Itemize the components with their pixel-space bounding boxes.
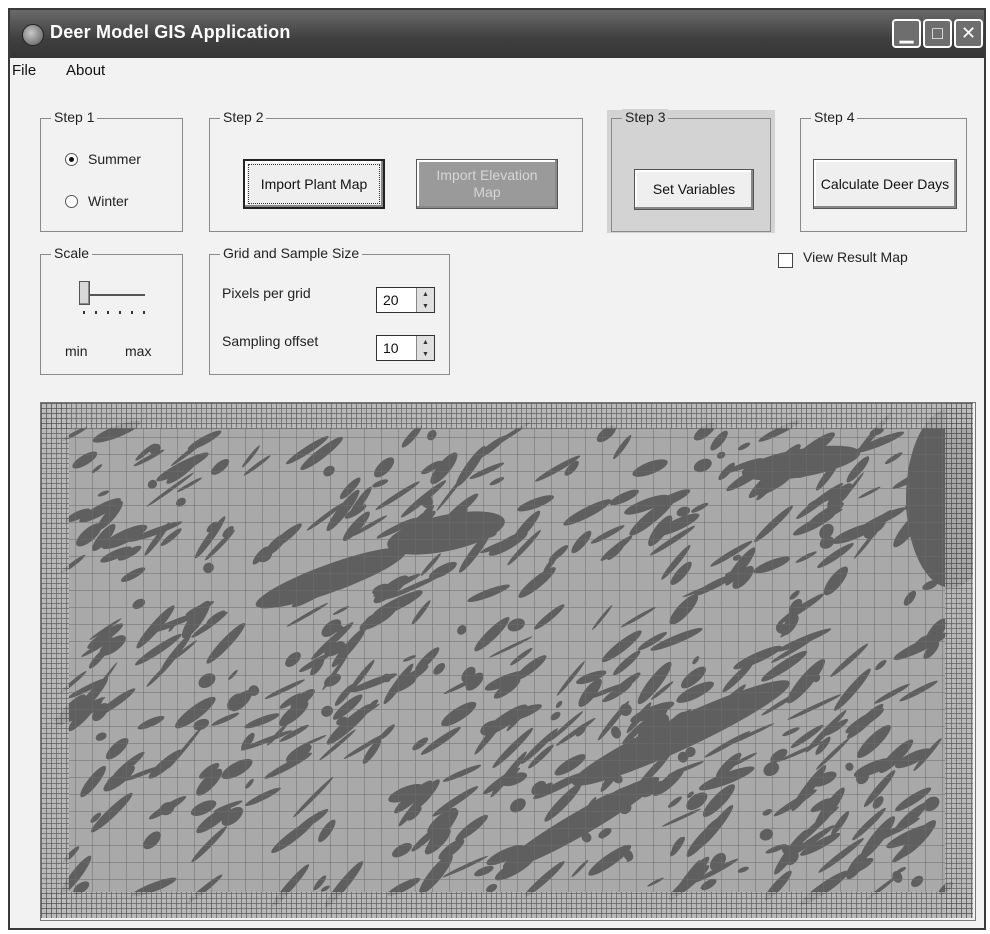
title-bar[interactable]: Deer Model GIS Application ▁ □ ✕ [10,10,984,58]
minimize-button[interactable]: ▁ [892,19,921,48]
window-title: Deer Model GIS Application [50,22,291,42]
map-border-bottom [41,892,973,918]
step3-label: Step 3 [622,109,669,125]
scale-min-label: min [65,343,88,359]
step2-label: Step 2 [220,109,267,125]
pixels-per-grid-arrows[interactable]: ▲ ▼ [416,288,434,312]
import-plant-map-button[interactable]: Import Plant Map [243,159,385,209]
map-border-left [41,403,69,918]
map-panel[interactable] [40,402,990,921]
grid-sample-group: Grid and Sample Size Pixels per grid 20 … [209,245,450,375]
view-result-map-checkbox[interactable] [778,253,793,268]
maximize-button[interactable]: □ [923,19,952,48]
winter-radio-button[interactable] [65,194,78,208]
sampling-offset-value: 10 [383,340,399,356]
step2-group: Step 2 Import Plant Map Import Elevation… [209,109,583,232]
set-variables-button[interactable]: Set Variables [634,169,754,210]
sampling-offset-arrows[interactable]: ▲ ▼ [416,336,434,360]
scale-label: Scale [51,245,93,261]
slider-thumb[interactable] [79,281,90,305]
step4-group: Step 4 Calculate Deer Days [800,109,967,232]
close-button[interactable]: ✕ [954,19,983,48]
app-window: Deer Model GIS Application ▁ □ ✕ File Ab… [8,8,990,930]
spin-down-icon[interactable]: ▼ [422,351,429,358]
app-icon [22,24,44,46]
step1-group: Step 1 Summer Winter [40,109,183,232]
import-elevation-map-button[interactable]: Import Elevation Map [416,159,558,209]
slider-track [83,294,145,296]
menu-bar: File About [10,58,984,84]
summer-radio[interactable]: Summer [65,151,141,167]
vegetation-map[interactable] [41,403,990,918]
calculate-deer-days-button[interactable]: Calculate Deer Days [813,159,957,209]
step3-group: Step 3 Set Variables [611,109,771,232]
pixels-per-grid-stepper[interactable]: 20 ▲ ▼ [376,287,435,313]
spin-up-icon[interactable]: ▲ [422,339,429,346]
summer-radio-button[interactable] [65,152,78,166]
step4-label: Step 4 [811,109,858,125]
grid-sample-label: Grid and Sample Size [220,245,363,261]
map-grid [41,403,973,918]
scale-max-label: max [125,343,152,359]
pixels-per-grid-label: Pixels per grid [222,285,311,301]
scale-slider[interactable] [79,277,149,319]
map-border-right [945,403,973,918]
slider-ticks [83,311,145,314]
view-result-map-label: View Result Map [803,249,908,265]
winter-radio[interactable]: Winter [65,193,128,209]
sampling-offset-label: Sampling offset [222,333,319,349]
sampling-offset-stepper[interactable]: 10 ▲ ▼ [376,335,435,361]
menu-file[interactable]: File [12,62,36,79]
winter-label: Winter [88,193,129,209]
map-border-top [41,403,973,429]
spin-up-icon[interactable]: ▲ [422,291,429,298]
pixels-per-grid-value: 20 [383,292,399,308]
summer-label: Summer [88,151,141,167]
scale-group: Scale min max [40,245,183,375]
step1-label: Step 1 [51,109,98,125]
spin-down-icon[interactable]: ▼ [422,303,429,310]
menu-about[interactable]: About [66,62,105,79]
